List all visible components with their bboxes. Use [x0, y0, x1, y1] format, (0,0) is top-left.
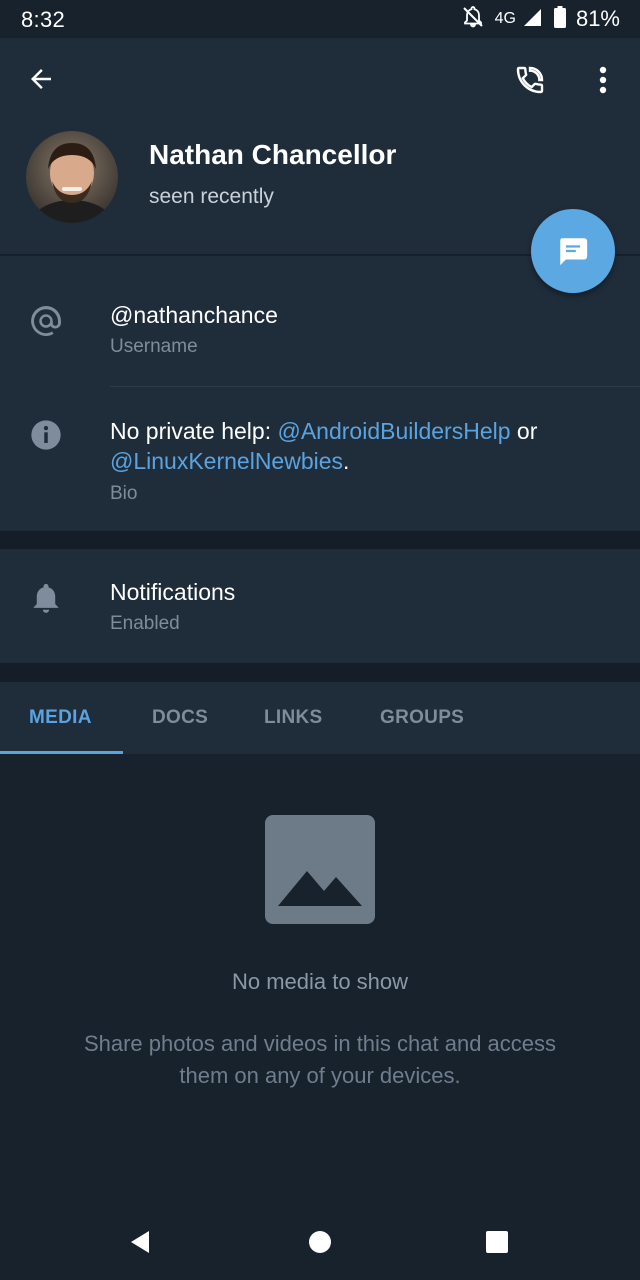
- bio-link-linuxkernelnewbies[interactable]: @LinuxKernelNewbies: [110, 448, 343, 474]
- nav-home-button[interactable]: [300, 1222, 340, 1262]
- profile-screen: 8:32 4G 81% Nathan Chancellor seen recen…: [0, 0, 640, 1280]
- info-section: @nathanchance Username No private help: …: [0, 256, 640, 531]
- bio-line-1: No private help: @AndroidBuildersHelp or: [110, 417, 537, 446]
- bio-suffix: .: [343, 448, 350, 474]
- battery-icon: [553, 5, 566, 33]
- notifications-title: Notifications: [110, 579, 236, 605]
- message-icon: [560, 238, 588, 266]
- more-vert-icon: [599, 66, 607, 94]
- recents-square-icon: [486, 1231, 508, 1253]
- contact-name: Nathan Chancellor: [149, 139, 397, 170]
- more-options-button[interactable]: [582, 58, 624, 102]
- notifications-value: Enabled: [110, 613, 180, 634]
- status-bar: 8:32 4G 81%: [0, 0, 640, 38]
- back-button[interactable]: [20, 58, 62, 100]
- notifications-off-icon: [461, 5, 485, 34]
- nav-recents-button[interactable]: [477, 1222, 517, 1262]
- system-nav-bar: [0, 1200, 640, 1280]
- status-icons: 4G 81%: [461, 5, 620, 33]
- tab-media[interactable]: MEDIA: [29, 682, 92, 754]
- send-message-button[interactable]: [531, 209, 615, 293]
- phone-icon: [516, 66, 544, 94]
- tab-links[interactable]: LINKS: [264, 682, 323, 754]
- username-value: @nathanchance: [110, 302, 278, 328]
- bio-prefix: No private help:: [110, 418, 278, 444]
- home-circle-icon: [309, 1231, 331, 1253]
- status-time: 8:32: [21, 7, 66, 32]
- bio-link-androidbuildershelp[interactable]: @AndroidBuildersHelp: [277, 418, 510, 444]
- tab-docs[interactable]: DOCS: [152, 682, 208, 754]
- username-label: Username: [110, 336, 198, 357]
- contact-status: seen recently: [149, 185, 274, 208]
- nav-back-button[interactable]: [120, 1222, 160, 1262]
- bio-label: Bio: [110, 483, 138, 504]
- bell-icon: [27, 579, 65, 617]
- media-empty-state: No media to show Share photos and videos…: [0, 754, 640, 1200]
- call-button[interactable]: [508, 58, 552, 102]
- network-type: 4G: [494, 10, 516, 27]
- notifications-row[interactable]: Notifications Enabled: [0, 549, 640, 663]
- bio-row[interactable]: No private help: @AndroidBuildersHelp or…: [0, 387, 640, 531]
- info-icon: [27, 416, 65, 454]
- shared-media-tabs: MEDIA DOCS LINKS GROUPS: [0, 682, 640, 754]
- empty-title: No media to show: [231, 969, 409, 994]
- at-sign-icon: [27, 302, 65, 340]
- empty-description: Share photos and videos in this chat and…: [83, 1031, 557, 1088]
- image-placeholder-icon: [265, 815, 375, 924]
- tab-groups[interactable]: GROUPS: [380, 682, 464, 754]
- bio-line-2: @LinuxKernelNewbies.: [110, 447, 349, 476]
- signal-icon: [522, 7, 542, 32]
- avatar[interactable]: [26, 131, 118, 223]
- back-triangle-icon: [131, 1231, 149, 1253]
- section-gap: [0, 663, 640, 682]
- back-arrow-icon: [31, 69, 51, 89]
- section-gap: [0, 531, 640, 549]
- bio-middle: or: [510, 418, 538, 444]
- battery-percent: 81%: [575, 6, 620, 31]
